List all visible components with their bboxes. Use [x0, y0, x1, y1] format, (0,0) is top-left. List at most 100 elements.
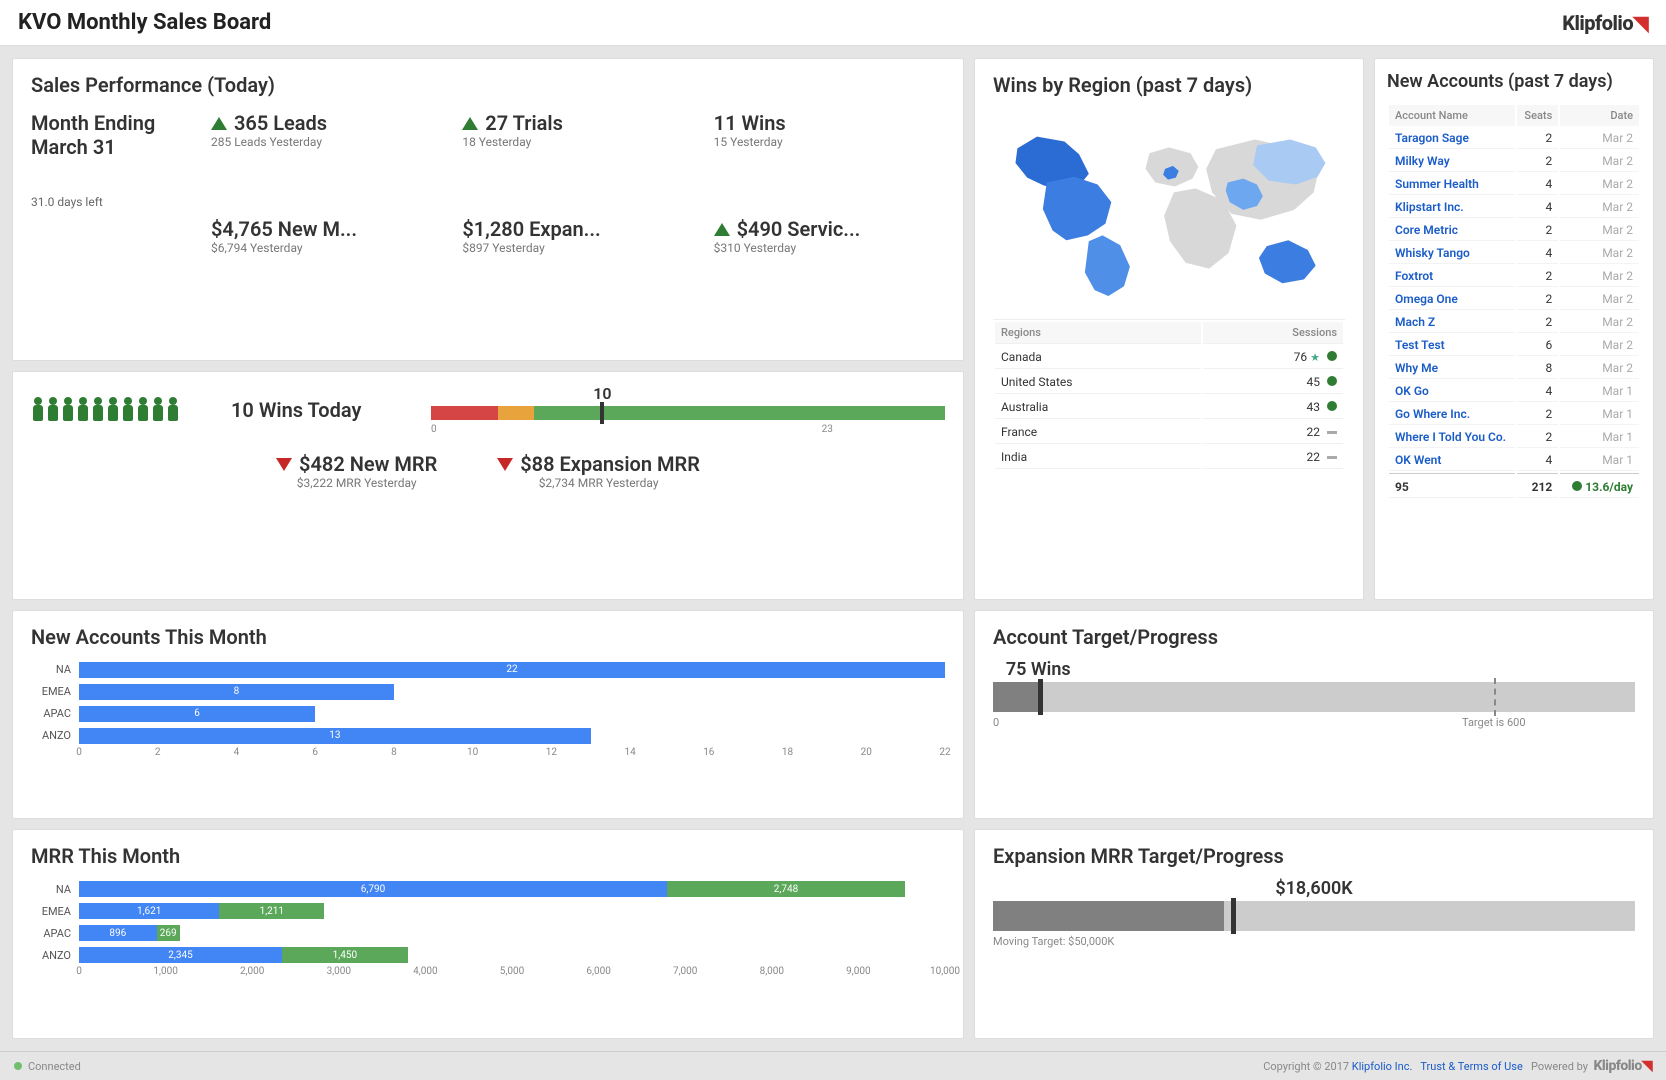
expansion-target-bar: [993, 901, 1635, 931]
bar-label: NA: [31, 883, 79, 896]
account-name[interactable]: Milky Way: [1389, 151, 1515, 172]
account-name[interactable]: Go Where Inc.: [1389, 404, 1515, 425]
footer-brand-logo: Klipfolio◥: [1593, 1058, 1652, 1074]
account-target-card: Account Target/Progress 75 Wins 0 Target…: [974, 610, 1654, 820]
expansion-target-card: Expansion MRR Target/Progress $18,600K M…: [974, 829, 1654, 1039]
mrr-chart-title: MRR This Month: [31, 844, 945, 868]
account-name[interactable]: Core Metric: [1389, 220, 1515, 241]
down-arrow-icon: [497, 458, 513, 471]
region-col-regions: Regions: [995, 322, 1201, 344]
bar-label: EMEA: [31, 905, 79, 918]
account-date: Mar 2: [1560, 128, 1639, 149]
account-row[interactable]: Go Where Inc.2Mar 1: [1389, 404, 1639, 425]
metric-value: 11 Wins: [714, 111, 945, 135]
up-arrow-icon: [714, 223, 730, 236]
account-name[interactable]: Why Me: [1389, 358, 1515, 379]
account-row[interactable]: Core Metric2Mar 2: [1389, 220, 1639, 241]
account-name[interactable]: Summer Health: [1389, 174, 1515, 195]
account-name[interactable]: OK Go: [1389, 381, 1515, 402]
account-name[interactable]: Foxtrot: [1389, 266, 1515, 287]
account-row[interactable]: Omega One2Mar 2: [1389, 289, 1639, 310]
sales-performance-title: Sales Performance (Today): [31, 73, 945, 97]
account-row[interactable]: Milky Way2Mar 2: [1389, 151, 1639, 172]
bar-row: EMEA 8: [31, 681, 945, 703]
account-row[interactable]: OK Go4Mar 1: [1389, 381, 1639, 402]
account-row[interactable]: Foxtrot2Mar 2: [1389, 266, 1639, 287]
account-seats: 2: [1517, 266, 1558, 287]
account-row[interactable]: Summer Health4Mar 2: [1389, 174, 1639, 195]
down-arrow-icon: [276, 458, 292, 471]
person-icon: [121, 397, 135, 423]
up-arrow-icon: [462, 117, 478, 130]
account-row[interactable]: Klipstart Inc.4Mar 2: [1389, 197, 1639, 218]
account-name[interactable]: Klipstart Inc.: [1389, 197, 1515, 218]
account-row[interactable]: Why Me8Mar 2: [1389, 358, 1639, 379]
account-name[interactable]: Test Test: [1389, 335, 1515, 356]
col-seats: Seats: [1517, 105, 1558, 126]
account-name[interactable]: Where I Told You Co.: [1389, 427, 1515, 448]
person-icon: [61, 397, 75, 423]
page-title: KVO Monthly Sales Board: [18, 10, 271, 35]
metric-value: $490 Servic...: [714, 217, 945, 241]
account-name[interactable]: Whisky Tango: [1389, 243, 1515, 264]
company-link[interactable]: Klipfolio Inc.: [1352, 1060, 1413, 1073]
region-row: Australia43: [995, 396, 1343, 419]
account-seats: 2: [1517, 427, 1558, 448]
account-seats: 2: [1517, 128, 1558, 149]
sales-performance-card: Sales Performance (Today) Month Ending M…: [12, 58, 964, 361]
account-date: Mar 1: [1560, 404, 1639, 425]
account-date: Mar 2: [1560, 174, 1639, 195]
trend-flat-icon: [1327, 456, 1337, 459]
days-left: 31.0 days left: [31, 195, 191, 209]
account-seats: 2: [1517, 312, 1558, 333]
person-icon: [31, 397, 45, 423]
expansion-target-value: $18,600K: [993, 878, 1635, 899]
account-name[interactable]: Taragon Sage: [1389, 128, 1515, 149]
new-accounts-chart-card: New Accounts This Month NA 22 EMEA 8 APA…: [12, 610, 964, 820]
wins-today-card: 10 Wins Today 10 023 $482 New MRR$3,222 …: [12, 371, 964, 600]
region-table: Regions Sessions Canada76 ★ United State…: [993, 319, 1345, 471]
account-target-bar: [993, 682, 1635, 712]
mrr-chart-card: MRR This Month NA 6,790 2,748 EMEA 1,621…: [12, 829, 964, 1039]
accounts-table: Account Name Seats Date Taragon Sage2Mar…: [1387, 103, 1641, 500]
account-seats: 4: [1517, 243, 1558, 264]
region-row: United States45: [995, 371, 1343, 394]
connected-icon: [14, 1062, 22, 1070]
account-date: Mar 2: [1560, 151, 1639, 172]
account-target-title: Account Target/Progress: [993, 625, 1635, 649]
account-row[interactable]: Mach Z2Mar 2: [1389, 312, 1639, 333]
bar-row: ANZO 13: [31, 725, 945, 747]
account-row[interactable]: Whisky Tango4Mar 2: [1389, 243, 1639, 264]
account-date: Mar 2: [1560, 266, 1639, 287]
account-row[interactable]: Where I Told You Co.2Mar 1: [1389, 427, 1639, 448]
person-icon: [136, 397, 150, 423]
wins-by-region-title: Wins by Region (past 7 days): [993, 73, 1345, 97]
bar-row: NA 22: [31, 659, 945, 681]
account-seats: 2: [1517, 151, 1558, 172]
bar-row: APAC 6: [31, 703, 945, 725]
footer: Connected Copyright © 2017 Klipfolio Inc…: [0, 1051, 1666, 1080]
region-row: India22: [995, 446, 1343, 469]
brand-logo: Klipfolio◥: [1562, 11, 1648, 35]
account-name[interactable]: Mach Z: [1389, 312, 1515, 333]
expansion-target-title: Expansion MRR Target/Progress: [993, 844, 1635, 868]
wins-by-region-card: Wins by Region (past 7 days): [974, 58, 1364, 600]
accounts-total-seats: 212: [1517, 473, 1558, 498]
account-date: Mar 2: [1560, 289, 1639, 310]
account-seats: 4: [1517, 197, 1558, 218]
trend-up-icon: [1327, 376, 1337, 386]
account-row[interactable]: Taragon Sage2Mar 2: [1389, 128, 1639, 149]
mrr-value: $482 New MRR: [276, 452, 437, 476]
account-seats: 6: [1517, 335, 1558, 356]
person-icon: [151, 397, 165, 423]
account-name[interactable]: Omega One: [1389, 289, 1515, 310]
account-name[interactable]: OK Went: [1389, 450, 1515, 471]
account-row[interactable]: OK Went4Mar 1: [1389, 450, 1639, 471]
account-target-label: Target is 600: [1462, 716, 1526, 729]
person-icon: [166, 397, 180, 423]
trust-link[interactable]: Trust & Terms of Use: [1420, 1060, 1522, 1073]
col-date: Date: [1560, 105, 1639, 126]
account-row[interactable]: Test Test6Mar 2: [1389, 335, 1639, 356]
region-row: France22: [995, 421, 1343, 444]
bar-label: APAC: [31, 707, 79, 720]
